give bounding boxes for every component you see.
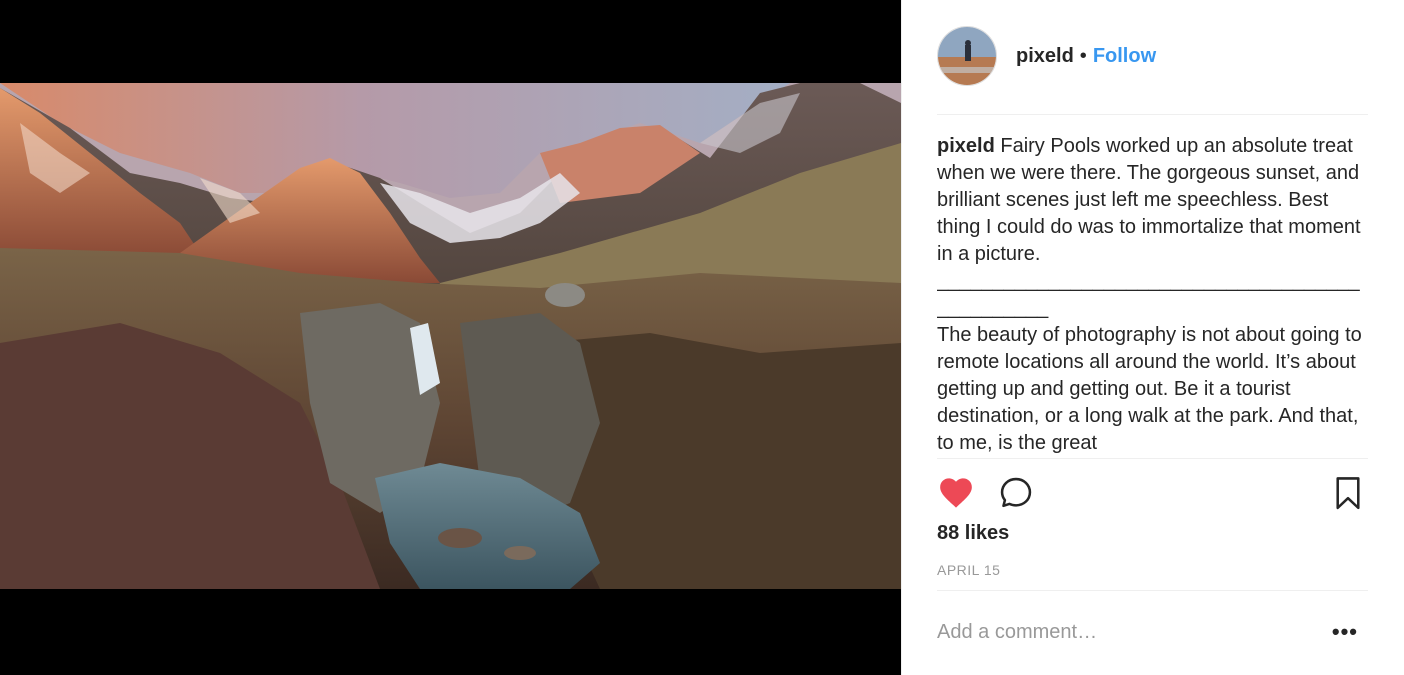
save-button[interactable] xyxy=(1329,474,1367,512)
comment-button[interactable] xyxy=(997,474,1035,512)
avatar-image xyxy=(938,27,996,85)
caption-text: Fairy Pools worked up an absolute treat … xyxy=(937,135,1361,265)
separator-dot: • xyxy=(1079,44,1087,67)
caption-divider: ________________________________________… xyxy=(937,270,1360,319)
post-media xyxy=(0,0,901,675)
landscape-photo xyxy=(0,83,901,589)
more-options-icon[interactable]: ••• xyxy=(1332,621,1358,643)
post-header: pixeld • Follow xyxy=(937,26,1156,86)
divider-mid xyxy=(937,458,1368,459)
comment-row: ••• xyxy=(937,612,1368,652)
heart-icon xyxy=(940,478,972,508)
caption-username[interactable]: pixeld xyxy=(937,135,995,157)
divider-bottom xyxy=(937,590,1368,591)
bookmark-icon xyxy=(1336,477,1360,510)
like-button[interactable] xyxy=(937,474,975,512)
post-date[interactable]: APRIL 15 xyxy=(937,562,1000,578)
post-actions xyxy=(937,474,1368,514)
divider-top xyxy=(937,114,1368,115)
post-username[interactable]: pixeld xyxy=(1016,45,1074,68)
likes-count[interactable]: 88 likes xyxy=(937,522,1009,545)
comment-input[interactable] xyxy=(937,612,1317,652)
post-side-panel: pixeld • Follow pixeld Fairy Pools worke… xyxy=(901,0,1404,675)
comment-icon xyxy=(1000,477,1032,508)
post-caption: pixeld Fairy Pools worked up an absolute… xyxy=(937,133,1368,458)
post-photo[interactable] xyxy=(0,83,901,589)
caption-body: The beauty of photography is not about g… xyxy=(937,324,1362,454)
avatar[interactable] xyxy=(937,26,997,86)
follow-button[interactable]: Follow xyxy=(1093,45,1156,68)
